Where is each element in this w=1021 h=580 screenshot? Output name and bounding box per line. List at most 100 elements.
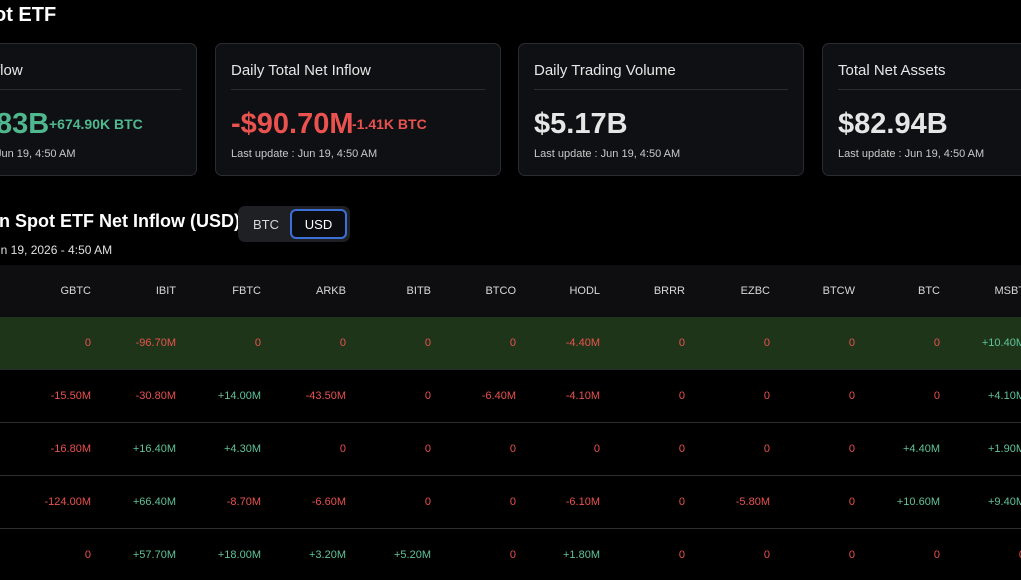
toggle-btc-button[interactable]: BTC — [241, 209, 291, 239]
card-last-update: Last update : Jun 19, 4:50 AM — [231, 148, 378, 160]
table-cell-msbt: 0 — [945, 549, 1021, 561]
table-cell-btc: 0 — [933, 390, 940, 402]
table-cell-gbtc: 0 — [84, 549, 91, 561]
column-header-btco[interactable]: BTCO — [436, 285, 516, 297]
table-cell-msbt: +4.10M — [988, 390, 1021, 402]
table-cell-ibit: +16.40M — [132, 443, 176, 455]
currency-toggle: BTC USD — [238, 206, 350, 242]
column-header-bitb[interactable]: BITB — [351, 285, 431, 297]
table-cell-ezbc: 0 — [763, 549, 770, 561]
table-cell-bitb: 0 — [424, 496, 431, 508]
card-divider — [838, 89, 1021, 90]
column-header-ezbc[interactable]: EZBC — [690, 285, 770, 297]
table-cell-fbtc: -8.70M — [226, 496, 261, 508]
summary-card-total-net-assets: Total Net Assets $82.94B Last update : J… — [822, 43, 1021, 176]
table-cell-ezbc: -5.80M — [735, 496, 770, 508]
card-label: Total Net Assets — [838, 62, 946, 79]
table-cell-fbtc: +14.00M — [217, 390, 261, 402]
table-cell-gbtc: -16.80M — [50, 443, 91, 455]
table-cell-btcw: 0 — [848, 443, 855, 455]
card-value: 83B — [0, 108, 50, 140]
page-title: ot ETF — [0, 4, 57, 26]
card-last-update: Last update : Jun 19, 4:50 AM — [534, 148, 681, 160]
table-cell-arkb: -6.60M — [311, 496, 346, 508]
section-title: in Spot ETF Net Inflow (USD) — [0, 211, 240, 231]
column-header-arkb[interactable]: ARKB — [266, 285, 346, 297]
column-header-msbt[interactable]: MSBT — [945, 285, 1021, 297]
table-cell-fbtc: +18.00M — [217, 549, 261, 561]
table-cell-hodl: -4.10M — [565, 390, 600, 402]
table-cell-msbt: +10.40M — [981, 337, 1021, 349]
table-cell-hodl: -4.40M — [565, 337, 600, 349]
table-cell-btcw: 0 — [848, 337, 855, 349]
table-cell-ezbc: 0 — [763, 390, 770, 402]
table-cell-btc: 0 — [933, 337, 940, 349]
summary-card-daily-net-inflow: Daily Total Net Inflow -$90.70M -1.41K B… — [215, 43, 501, 176]
table-header: GBTC IBIT FBTC ARKB BITB BTCO HODL BRRR EZBC BTCW… — [0, 265, 1021, 317]
column-header-hodl[interactable]: HODL — [520, 285, 600, 297]
table-cell-hodl: -6.10M — [565, 496, 600, 508]
table-cell-brrr: 0 — [678, 496, 685, 508]
table-cell-arkb: 0 — [339, 443, 346, 455]
column-header-fbtc[interactable]: FBTC — [181, 285, 261, 297]
table-cell-msbt: +1.90M — [988, 443, 1021, 455]
card-label: Daily Trading Volume — [534, 62, 676, 79]
summary-card-daily-trading-volume: Daily Trading Volume $5.17B Last update … — [518, 43, 804, 176]
column-header-btcw[interactable]: BTCW — [775, 285, 855, 297]
table-row: -15.50M -30.80M +14.00M -43.50M 0 -6.40M -4.10… — [0, 370, 1021, 423]
table-cell-bitb: 0 — [424, 390, 431, 402]
toggle-usd-button[interactable]: USD — [290, 209, 347, 239]
table-cell-btcw: 0 — [848, 496, 855, 508]
table-cell-btc: +4.40M — [903, 443, 940, 455]
table-cell-ezbc: 0 — [763, 443, 770, 455]
column-header-ibit[interactable]: IBIT — [96, 285, 176, 297]
table-cell-btco: 0 — [509, 549, 516, 561]
table-cell-ibit: +57.70M — [132, 549, 176, 561]
table-cell-btc: +10.60M — [896, 496, 940, 508]
card-last-update: Last update : Jun 19, 4:50 AM — [838, 148, 985, 160]
card-last-update: Jun 19, 4:50 AM — [0, 148, 76, 160]
card-value: $82.94B — [838, 108, 948, 140]
column-header-gbtc[interactable]: GBTC — [11, 285, 91, 297]
column-header-brrr[interactable]: BRRR — [605, 285, 685, 297]
table-cell-fbtc: 0 — [254, 337, 261, 349]
table-cell-ibit: -30.80M — [135, 390, 176, 402]
table-row: 0+57.70M+18.00M+3.20M+5.20M0+1.80M00000 — [0, 529, 1021, 580]
card-value: $5.17B — [534, 108, 628, 140]
table-cell-brrr: 0 — [678, 443, 685, 455]
table-cell-btco: 0 — [509, 496, 516, 508]
card-value: -$90.70M — [231, 108, 354, 140]
table-cell-arkb: 0 — [339, 337, 346, 349]
column-header-btc[interactable]: BTC — [860, 285, 940, 297]
card-label: flow — [0, 62, 23, 79]
table-cell-btco: -6.40M — [481, 390, 516, 402]
card-divider — [0, 89, 181, 90]
table-cell-msbt: +9.40M — [988, 496, 1021, 508]
table-cell-hodl: 0 — [593, 443, 600, 455]
table-cell-arkb: +3.20M — [309, 549, 346, 561]
table-cell-brrr: 0 — [678, 337, 685, 349]
table-row: 0 -96.70M 0 0 0 0 -4.40M 0 0 0 0 +10.40M — [0, 317, 1021, 370]
table-cell-gbtc: 0 — [84, 337, 91, 349]
card-label: Daily Total Net Inflow — [231, 62, 371, 79]
table-row: -16.80M +16.40M +4.30M 0 0 0 0 0 0 0 +4.40M +1.90M — [0, 423, 1021, 476]
table-cell-brrr: 0 — [678, 390, 685, 402]
table-cell-ibit: +66.40M — [132, 496, 176, 508]
card-divider — [534, 89, 788, 90]
table-cell-fbtc: +4.30M — [224, 443, 261, 455]
table-cell-bitb: +5.20M — [394, 549, 431, 561]
table-cell-gbtc: -124.00M — [44, 496, 91, 508]
table-cell-btco: 0 — [509, 443, 516, 455]
table-cell-btcw: 0 — [848, 390, 855, 402]
card-sub-value: -1.41K BTC — [352, 116, 427, 132]
section-date: un 19, 2026 - 4:50 AM — [0, 243, 113, 257]
card-sub-value: +674.90K BTC — [49, 116, 143, 132]
table-cell-bitb: 0 — [424, 337, 431, 349]
summary-card-net-inflow: flow 83B +674.90K BTC Jun 19, 4:50 AM — [0, 43, 197, 176]
card-divider — [231, 89, 485, 90]
table-cell-btc: 0 — [933, 549, 940, 561]
table-cell-ibit: -96.70M — [135, 337, 176, 349]
table-cell-brrr: 0 — [678, 549, 685, 561]
table-cell-ezbc: 0 — [763, 337, 770, 349]
table-cell-hodl: +1.80M — [563, 549, 600, 561]
